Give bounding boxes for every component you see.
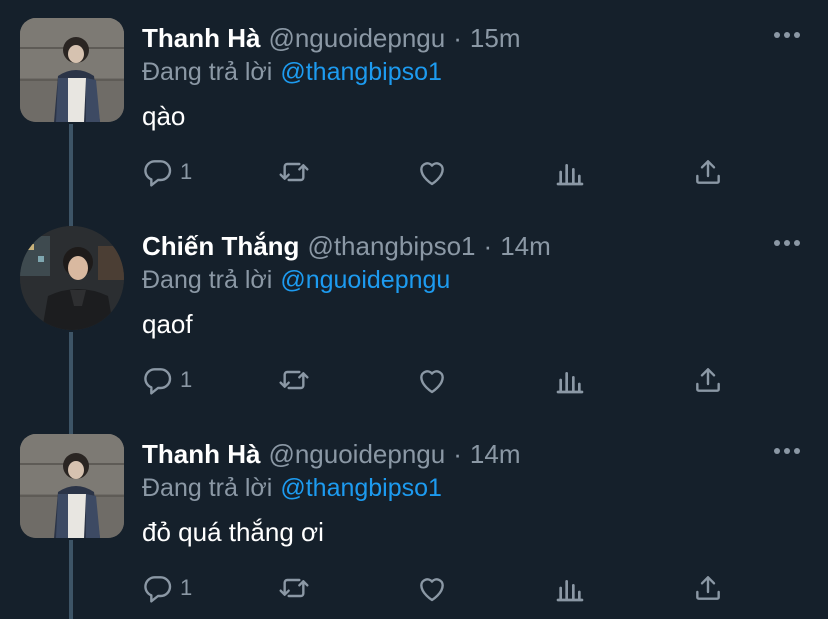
- author-handle[interactable]: @nguoidepngu: [268, 20, 445, 56]
- share-icon: [696, 160, 720, 184]
- mention-link[interactable]: @nguoidepngu: [280, 266, 450, 294]
- replying-to: Đang trả lời @thangbipso1: [142, 54, 442, 90]
- share-button[interactable]: [692, 362, 724, 398]
- timestamp[interactable]: 14m: [500, 228, 551, 264]
- timestamp[interactable]: 14m: [470, 436, 521, 472]
- mention-link[interactable]: @thangbipso1: [280, 58, 442, 86]
- more-icon[interactable]: [774, 240, 800, 248]
- tweet-text: qào: [142, 101, 186, 131]
- retweet-icon: [279, 162, 309, 182]
- tweet-header: Thanh Hà @nguoidepngu · 14m: [142, 436, 520, 472]
- action-bar: 1: [142, 362, 742, 398]
- reply-count: 1: [180, 367, 193, 392]
- share-icon: [696, 576, 720, 600]
- separator: ·: [453, 23, 462, 53]
- analytics-button[interactable]: [554, 154, 586, 190]
- avatar[interactable]: [20, 226, 124, 330]
- like-button[interactable]: [416, 154, 448, 190]
- share-icon: [696, 368, 720, 392]
- replying-to: Đang trả lời @thangbipso1: [142, 470, 442, 506]
- more-icon[interactable]: [774, 32, 800, 40]
- avatar[interactable]: [20, 434, 124, 538]
- heart-icon: [420, 578, 444, 602]
- retweet-icon: [279, 578, 309, 598]
- tweet[interactable]: Thanh Hà @nguoidepngu · 14m Đang trả lời…: [0, 430, 828, 619]
- reply-icon: [144, 368, 172, 395]
- avatar[interactable]: [20, 18, 124, 122]
- reply-count: 1: [180, 159, 193, 184]
- retweet-button[interactable]: [278, 570, 310, 606]
- like-button[interactable]: [416, 570, 448, 606]
- analytics-icon: [556, 164, 584, 186]
- heart-icon: [420, 370, 444, 394]
- more-icon[interactable]: [774, 448, 800, 456]
- author-name[interactable]: Chiến Thắng: [142, 228, 299, 264]
- analytics-icon: [556, 372, 584, 394]
- timestamp[interactable]: 15m: [470, 20, 521, 56]
- like-button[interactable]: [416, 362, 448, 398]
- retweet-button[interactable]: [278, 362, 310, 398]
- tweet[interactable]: Chiến Thắng @thangbipso1 · 14m Đang trả …: [0, 222, 828, 430]
- replying-prefix: Đang trả lời: [142, 58, 273, 86]
- tweet-header: Chiến Thắng @thangbipso1 · 14m: [142, 228, 551, 264]
- author-name[interactable]: Thanh Hà: [142, 436, 260, 472]
- tweet-text: qaof: [142, 309, 193, 339]
- tweet-header: Thanh Hà @nguoidepngu · 15m: [142, 20, 520, 56]
- separator: ·: [453, 439, 462, 469]
- reply-icon: [144, 160, 172, 187]
- share-button[interactable]: [692, 154, 724, 190]
- replying-prefix: Đang trả lời: [142, 474, 273, 502]
- author-name[interactable]: Thanh Hà: [142, 20, 260, 56]
- action-bar: 1: [142, 154, 742, 190]
- reply-icon: [144, 576, 172, 603]
- analytics-button[interactable]: [554, 362, 586, 398]
- author-handle[interactable]: @thangbipso1: [307, 228, 475, 264]
- share-button[interactable]: [692, 570, 724, 606]
- analytics-icon: [556, 580, 584, 602]
- action-bar: 1: [142, 570, 742, 606]
- reply-button[interactable]: 1: [142, 570, 192, 606]
- reply-count: 1: [180, 575, 193, 600]
- heart-icon: [420, 162, 444, 186]
- analytics-button[interactable]: [554, 570, 586, 606]
- separator: ·: [483, 231, 493, 261]
- reply-button[interactable]: 1: [142, 362, 192, 398]
- retweet-icon: [279, 370, 309, 390]
- tweet[interactable]: Thanh Hà @nguoidepngu · 15m Đang trả lời…: [0, 14, 828, 222]
- retweet-button[interactable]: [278, 154, 310, 190]
- reply-button[interactable]: 1: [142, 154, 192, 190]
- replying-to: Đang trả lời @nguoidepngu: [142, 262, 450, 298]
- author-handle[interactable]: @nguoidepngu: [268, 436, 445, 472]
- replying-prefix: Đang trả lời: [142, 266, 273, 294]
- tweet-text: đỏ quá thắng ơi: [142, 517, 324, 547]
- mention-link[interactable]: @thangbipso1: [280, 474, 442, 502]
